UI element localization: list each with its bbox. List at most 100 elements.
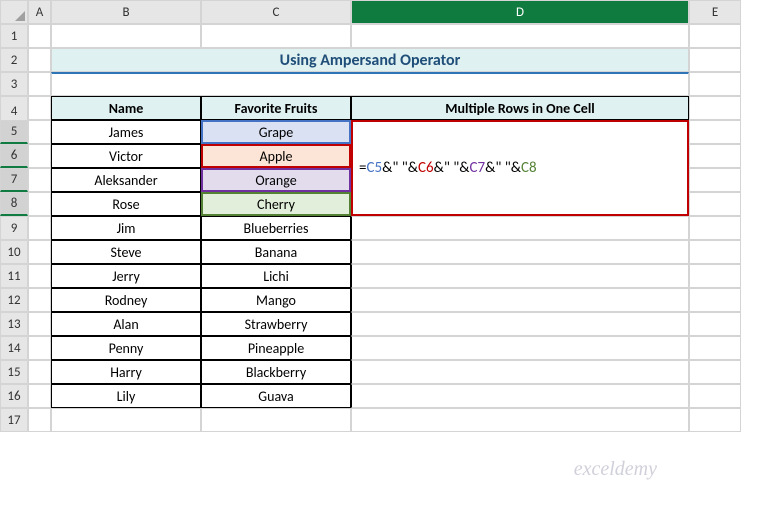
title-underline[interactable] xyxy=(51,72,689,96)
cell-E4[interactable] xyxy=(689,96,741,120)
cell-E15[interactable] xyxy=(689,360,741,384)
cell-D13[interactable] xyxy=(351,312,689,336)
row-header-6[interactable]: 6 xyxy=(0,144,28,168)
cell-D5-merged[interactable]: =C5&" "&C6&" "&C7&" "&C8 xyxy=(351,120,689,216)
cell-C16[interactable]: Guava xyxy=(201,384,351,408)
cell-A13[interactable] xyxy=(28,312,51,336)
row-header-1[interactable]: 1 xyxy=(0,24,28,48)
row-header-17[interactable]: 17 xyxy=(0,408,28,432)
row-header-12[interactable]: 12 xyxy=(0,288,28,312)
cell-A1[interactable] xyxy=(28,24,51,48)
cell-E8[interactable] xyxy=(689,192,741,216)
cell-A17[interactable] xyxy=(28,408,51,432)
cell-C1[interactable] xyxy=(201,24,351,48)
cell-C14[interactable]: Pineapple xyxy=(201,336,351,360)
cell-D15[interactable] xyxy=(351,360,689,384)
cell-B12[interactable]: Rodney xyxy=(51,288,201,312)
cell-C5[interactable]: Grape xyxy=(201,120,351,144)
cell-E14[interactable] xyxy=(689,336,741,360)
cell-D12[interactable] xyxy=(351,288,689,312)
cell-A2[interactable] xyxy=(28,48,51,72)
cell-E12[interactable] xyxy=(689,288,741,312)
row-header-2[interactable]: 2 xyxy=(0,48,28,72)
row-header-13[interactable]: 13 xyxy=(0,312,28,336)
cell-B9[interactable]: Jim xyxy=(51,216,201,240)
header-multiple[interactable]: Multiple Rows in One Cell xyxy=(351,96,689,120)
cell-C9[interactable]: Blueberries xyxy=(201,216,351,240)
col-header-B[interactable]: B xyxy=(51,0,201,24)
cell-C15[interactable]: Blackberry xyxy=(201,360,351,384)
cell-E17[interactable] xyxy=(689,408,741,432)
cell-D1[interactable] xyxy=(351,24,689,48)
cell-A4[interactable] xyxy=(28,96,51,120)
cell-C7[interactable]: Orange xyxy=(201,168,351,192)
cell-E3[interactable] xyxy=(689,72,741,96)
row-header-16[interactable]: 16 xyxy=(0,384,28,408)
cell-E6[interactable] xyxy=(689,144,741,168)
cell-D16[interactable] xyxy=(351,384,689,408)
cell-E9[interactable] xyxy=(689,216,741,240)
row-header-8[interactable]: 8 xyxy=(0,192,28,216)
cell-E2[interactable] xyxy=(689,48,741,72)
row-header-10[interactable]: 10 xyxy=(0,240,28,264)
cell-D10[interactable] xyxy=(351,240,689,264)
row-header-14[interactable]: 14 xyxy=(0,336,28,360)
row-header-15[interactable]: 15 xyxy=(0,360,28,384)
cell-E5[interactable] xyxy=(689,120,741,144)
cell-A16[interactable] xyxy=(28,384,51,408)
cell-B8[interactable]: Rose xyxy=(51,192,201,216)
cell-D14[interactable] xyxy=(351,336,689,360)
col-header-D[interactable]: D xyxy=(351,0,689,24)
cell-C8[interactable]: Cherry xyxy=(201,192,351,216)
cell-A14[interactable] xyxy=(28,336,51,360)
cell-C12[interactable]: Mango xyxy=(201,288,351,312)
row-header-3[interactable]: 3 xyxy=(0,72,28,96)
cell-A6[interactable] xyxy=(28,144,51,168)
cell-B13[interactable]: Alan xyxy=(51,312,201,336)
cell-B14[interactable]: Penny xyxy=(51,336,201,360)
cell-C11[interactable]: Lichi xyxy=(201,264,351,288)
cell-A12[interactable] xyxy=(28,288,51,312)
cell-B1[interactable] xyxy=(51,24,201,48)
cell-A8[interactable] xyxy=(28,192,51,216)
cell-E1[interactable] xyxy=(689,24,741,48)
cell-C10[interactable]: Banana xyxy=(201,240,351,264)
cell-E13[interactable] xyxy=(689,312,741,336)
cell-B17[interactable] xyxy=(51,408,201,432)
cell-E7[interactable] xyxy=(689,168,741,192)
cell-D17[interactable] xyxy=(351,408,689,432)
cell-B5[interactable]: James xyxy=(51,120,201,144)
cell-B11[interactable]: Jerry xyxy=(51,264,201,288)
title-cell[interactable]: Using Ampersand Operator xyxy=(51,48,689,72)
cell-A15[interactable] xyxy=(28,360,51,384)
cell-A7[interactable] xyxy=(28,168,51,192)
cell-C17[interactable] xyxy=(201,408,351,432)
header-name[interactable]: Name xyxy=(51,96,201,120)
header-fruits[interactable]: Favorite Fruits xyxy=(201,96,351,120)
cell-A9[interactable] xyxy=(28,216,51,240)
col-header-A[interactable]: A xyxy=(28,0,51,24)
row-header-11[interactable]: 11 xyxy=(0,264,28,288)
row-header-9[interactable]: 9 xyxy=(0,216,28,240)
cell-A5[interactable] xyxy=(28,120,51,144)
cell-B6[interactable]: Victor xyxy=(51,144,201,168)
cell-C6[interactable]: Apple xyxy=(201,144,351,168)
row-header-5[interactable]: 5 xyxy=(0,120,28,144)
cell-B15[interactable]: Harry xyxy=(51,360,201,384)
cell-A11[interactable] xyxy=(28,264,51,288)
cell-B7[interactable]: Aleksander xyxy=(51,168,201,192)
cell-C13[interactable]: Strawberry xyxy=(201,312,351,336)
cell-D9[interactable] xyxy=(351,216,689,240)
cell-E10[interactable] xyxy=(689,240,741,264)
row-header-7[interactable]: 7 xyxy=(0,168,28,192)
cell-B10[interactable]: Steve xyxy=(51,240,201,264)
cell-A10[interactable] xyxy=(28,240,51,264)
cell-D11[interactable] xyxy=(351,264,689,288)
select-all-corner[interactable] xyxy=(0,0,28,24)
cell-E16[interactable] xyxy=(689,384,741,408)
cell-E11[interactable] xyxy=(689,264,741,288)
cell-A3[interactable] xyxy=(28,72,51,96)
col-header-E[interactable]: E xyxy=(689,0,741,24)
col-header-C[interactable]: C xyxy=(201,0,351,24)
cell-B16[interactable]: Lily xyxy=(51,384,201,408)
